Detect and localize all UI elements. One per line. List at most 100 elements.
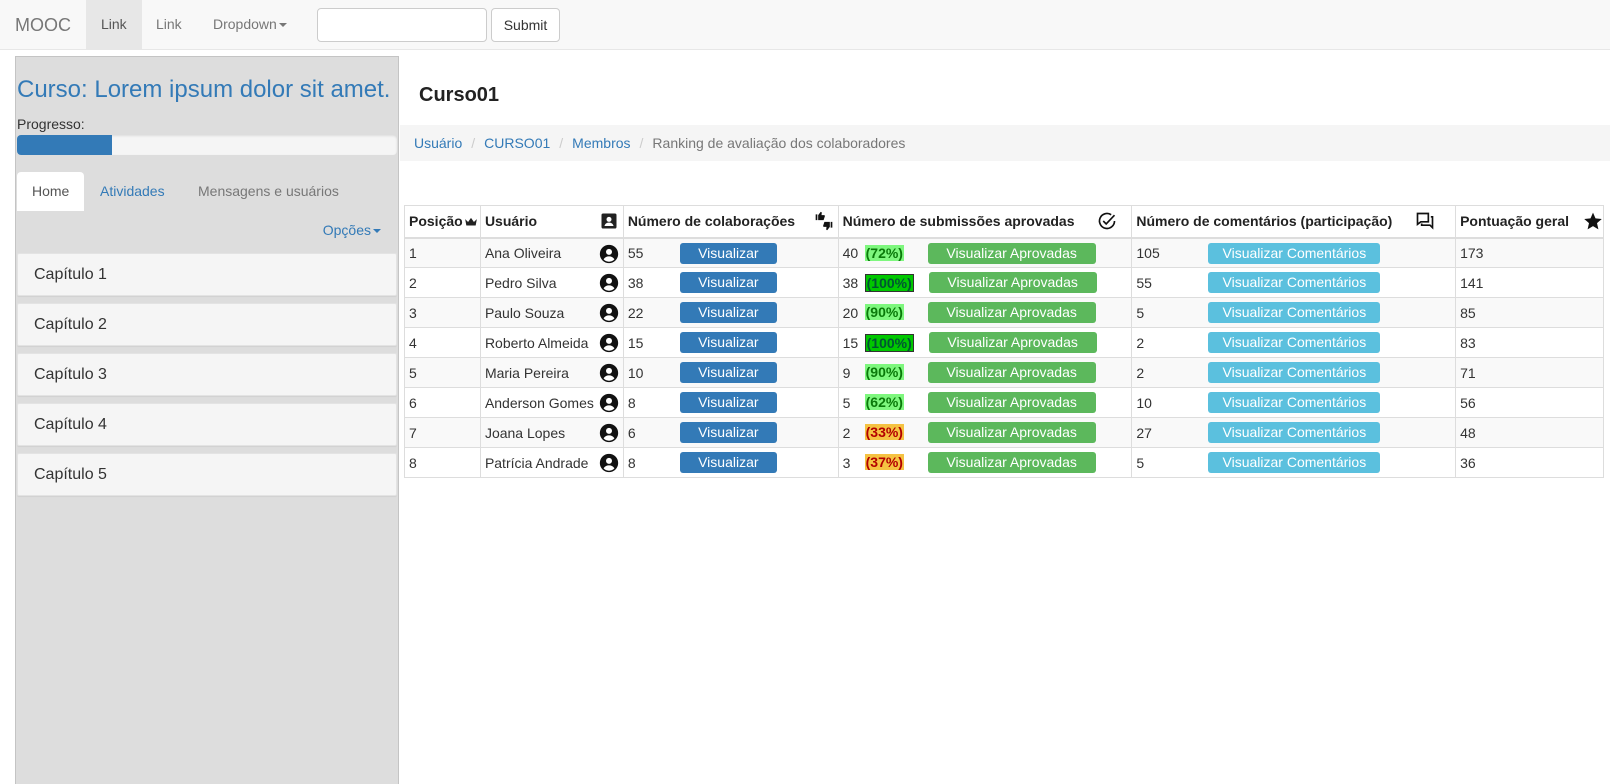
view-comments-button[interactable]: Visualizar Comentários bbox=[1208, 302, 1381, 323]
tab-mensagens-usuarios[interactable]: Mensagens e usuários bbox=[183, 172, 354, 211]
cell-user: Ana Oliveira bbox=[479, 237, 624, 268]
view-collaborations-button[interactable]: Visualizar bbox=[679, 422, 777, 443]
cell-position: 7 bbox=[404, 417, 481, 448]
course-title: Curso: Lorem ipsum dolor sit amet. bbox=[17, 76, 391, 103]
submit-button[interactable]: Submit bbox=[491, 8, 560, 42]
chapter-item[interactable]: Capítulo 5 bbox=[17, 453, 397, 496]
brand-logo[interactable]: MOOC bbox=[15, 15, 71, 36]
cell-user: Pedro Silva bbox=[479, 267, 624, 298]
breadcrumb-membros[interactable]: Membros bbox=[572, 135, 630, 151]
user-name: Roberto Almeida bbox=[484, 334, 589, 351]
breadcrumb-curso[interactable]: CURSO01 bbox=[484, 135, 550, 151]
cell-collaborations: 38 Visualizar bbox=[622, 267, 839, 298]
check-circle-icon bbox=[1099, 212, 1116, 230]
view-collaborations-button[interactable]: Visualizar bbox=[679, 362, 777, 383]
user-avatar-icon bbox=[599, 423, 618, 443]
view-approved-button[interactable]: Visualizar Aprovadas bbox=[928, 332, 1097, 353]
header-submissoes-aprovadas[interactable]: Número de submissões aprovadas bbox=[837, 205, 1133, 239]
cell-position: 1 bbox=[404, 237, 481, 268]
user-name: Patrícia Andrade bbox=[484, 454, 589, 471]
view-comments-button[interactable]: Visualizar Comentários bbox=[1208, 332, 1381, 353]
cell-comments: 5 Visualizar Comentários bbox=[1131, 447, 1457, 478]
cell-approved: 40 (72%) Visualizar Aprovadas bbox=[837, 237, 1133, 268]
chapter-item[interactable]: Capítulo 3 bbox=[17, 353, 397, 396]
approval-percent-badge: (37%) bbox=[864, 454, 904, 470]
user-name: Paulo Souza bbox=[484, 304, 565, 321]
header-label: Usuário bbox=[484, 213, 538, 230]
cell-user: Roberto Almeida bbox=[479, 327, 624, 358]
comments-count: 55 bbox=[1136, 274, 1152, 291]
view-collaborations-button[interactable]: Visualizar bbox=[679, 242, 777, 264]
view-approved-button[interactable]: Visualizar Aprovadas bbox=[927, 302, 1096, 323]
view-approved-button[interactable]: Visualizar Aprovadas bbox=[927, 452, 1096, 473]
approval-percent-badge: (62%) bbox=[864, 394, 904, 410]
header-usuario[interactable]: Usuário bbox=[479, 205, 624, 239]
approved-count: 5 bbox=[842, 394, 851, 411]
breadcrumb-usuario[interactable]: Usuário bbox=[414, 135, 462, 151]
chapter-item[interactable]: Capítulo 2 bbox=[17, 303, 397, 346]
cell-comments: 27 Visualizar Comentários bbox=[1131, 417, 1457, 448]
view-approved-button[interactable]: Visualizar Aprovadas bbox=[927, 392, 1096, 413]
cell-collaborations: 6 Visualizar bbox=[622, 417, 839, 448]
cell-user: Maria Pereira bbox=[479, 357, 624, 388]
view-collaborations-button[interactable]: Visualizar bbox=[679, 332, 777, 353]
header-colaboracoes[interactable]: Número de colaborações bbox=[622, 205, 839, 239]
options-dropdown[interactable]: Opções bbox=[323, 222, 381, 238]
view-comments-button[interactable]: Visualizar Comentários bbox=[1208, 272, 1381, 293]
cell-collaborations: 15 Visualizar bbox=[622, 327, 839, 358]
view-approved-button[interactable]: Visualizar Aprovadas bbox=[927, 362, 1096, 383]
cell-score: 173 bbox=[1455, 237, 1604, 268]
view-collaborations-button[interactable]: Visualizar bbox=[679, 272, 777, 293]
nav-dropdown-label: Dropdown bbox=[213, 16, 277, 32]
tab-home[interactable]: Home bbox=[17, 172, 85, 211]
user-avatar-icon bbox=[599, 393, 618, 413]
view-approved-button[interactable]: Visualizar Aprovadas bbox=[927, 242, 1096, 264]
chapter-item[interactable]: Capítulo 4 bbox=[17, 403, 397, 446]
cell-approved: 2 (33%) Visualizar Aprovadas bbox=[837, 417, 1133, 448]
header-comentarios[interactable]: Número de comentários (participação) bbox=[1131, 205, 1457, 239]
search-input[interactable] bbox=[317, 8, 487, 42]
collaborations-count: 8 bbox=[627, 394, 636, 411]
user-name: Pedro Silva bbox=[484, 274, 557, 291]
comments-count: 27 bbox=[1136, 424, 1152, 441]
top-navbar: MOOC Link Link Dropdown Submit bbox=[0, 0, 1610, 50]
view-comments-button[interactable]: Visualizar Comentários bbox=[1208, 362, 1381, 383]
view-comments-button[interactable]: Visualizar Comentários bbox=[1208, 242, 1381, 264]
view-approved-button[interactable]: Visualizar Aprovadas bbox=[927, 422, 1096, 443]
cell-comments: 55 Visualizar Comentários bbox=[1131, 267, 1457, 298]
table-row: 7 Joana Lopes 6 Visualizar 2 (33%) Visualizar … bbox=[404, 417, 1604, 448]
header-label: Posição bbox=[409, 213, 463, 230]
approval-percent-badge: (100%) bbox=[864, 274, 914, 292]
tab-atividades[interactable]: Atividades bbox=[85, 172, 180, 211]
view-collaborations-button[interactable]: Visualizar bbox=[679, 452, 777, 473]
cell-score: 83 bbox=[1455, 327, 1604, 358]
cell-collaborations: 22 Visualizar bbox=[622, 297, 839, 328]
cell-position: 6 bbox=[404, 387, 481, 418]
view-comments-button[interactable]: Visualizar Comentários bbox=[1208, 422, 1381, 443]
view-comments-button[interactable]: Visualizar Comentários bbox=[1208, 392, 1381, 413]
nav-link-1[interactable]: Link bbox=[86, 0, 142, 49]
collaborations-count: 10 bbox=[627, 364, 644, 381]
comments-count: 10 bbox=[1136, 394, 1152, 411]
view-collaborations-button[interactable]: Visualizar bbox=[679, 302, 777, 323]
chapter-item[interactable]: Capítulo 1 bbox=[17, 253, 397, 296]
approval-percent-badge: (100%) bbox=[864, 334, 914, 352]
user-avatar-icon bbox=[599, 244, 618, 263]
view-approved-button[interactable]: Visualizar Aprovadas bbox=[928, 272, 1097, 293]
nav-dropdown[interactable]: Dropdown bbox=[198, 0, 302, 49]
view-comments-button[interactable]: Visualizar Comentários bbox=[1208, 452, 1381, 473]
view-collaborations-button[interactable]: Visualizar bbox=[679, 392, 777, 413]
cell-comments: 10 Visualizar Comentários bbox=[1131, 387, 1457, 418]
contact-card-icon bbox=[601, 213, 617, 229]
nav-link-2[interactable]: Link bbox=[141, 0, 197, 49]
header-posicao[interactable]: Posição bbox=[404, 205, 481, 239]
comments-count: 2 bbox=[1136, 364, 1145, 381]
user-name: Joana Lopes bbox=[484, 424, 566, 441]
approved-count: 9 bbox=[842, 364, 851, 381]
approval-percent-badge: (33%) bbox=[864, 424, 904, 440]
collaborations-count: 38 bbox=[627, 274, 644, 291]
comments-count: 2 bbox=[1136, 334, 1145, 351]
crown-icon bbox=[465, 217, 477, 226]
header-pontuacao-geral[interactable]: Pontuação geral bbox=[1455, 205, 1604, 239]
user-avatar-icon bbox=[599, 303, 618, 323]
